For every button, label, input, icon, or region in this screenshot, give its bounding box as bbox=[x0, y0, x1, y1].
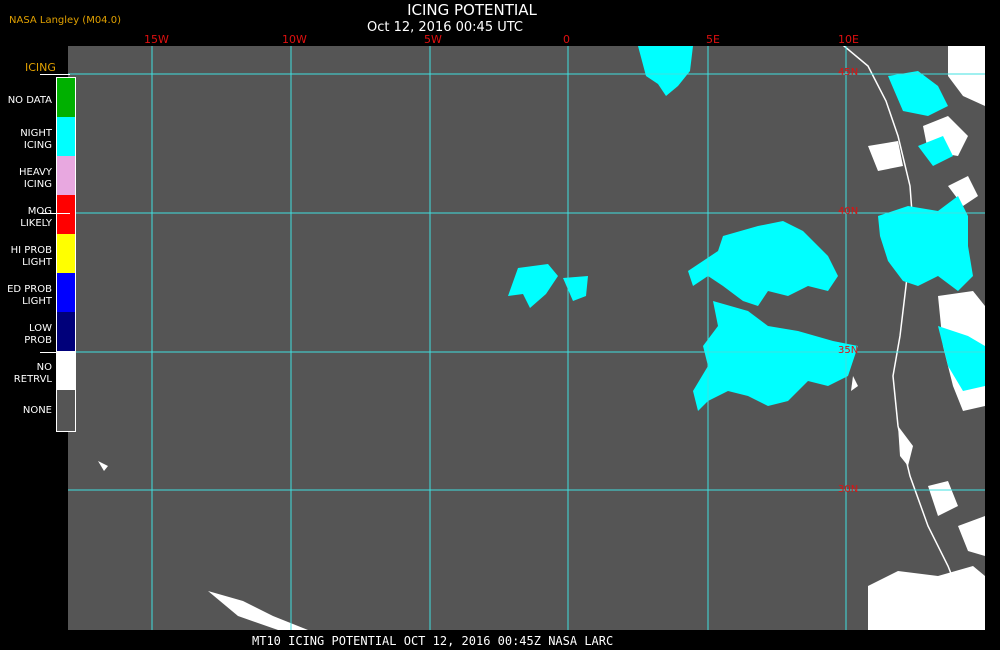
legend-label-no-data: NO DATA bbox=[7, 95, 52, 106]
graticule bbox=[68, 46, 985, 630]
lat-label-35n: 35N bbox=[838, 345, 859, 356]
lon-label-15w: 15W bbox=[144, 33, 169, 46]
map-timestamp: Oct 12, 2016 00:45 UTC bbox=[367, 20, 523, 35]
legend-label-hi-prob-light: HI PROB LIGHT bbox=[10, 245, 52, 268]
footer-caption: MT10 ICING POTENTIAL OCT 12, 2016 00:45Z… bbox=[252, 634, 614, 648]
legend-title: ICING bbox=[25, 61, 56, 74]
night-icing-areas bbox=[508, 46, 985, 411]
legend-tick bbox=[40, 352, 70, 353]
legend-swatch-low-prob bbox=[57, 312, 75, 351]
legend-label-mog-likely: MOG LIKELY bbox=[20, 206, 52, 229]
legend-label-heavy-icing: HEAVY ICING bbox=[19, 167, 52, 190]
legend-label-none: NONE bbox=[22, 405, 52, 416]
legend-label-no-retrvl: NO RETRVL bbox=[13, 362, 52, 385]
legend-tick bbox=[40, 74, 70, 75]
legend-color-bar bbox=[56, 77, 76, 432]
lon-label-5w: 5W bbox=[424, 33, 442, 46]
icing-potential-map-view: NASA Langley (M04.0) ICING POTENTIAL Oct… bbox=[0, 0, 1000, 650]
legend-swatch-no-data bbox=[57, 78, 75, 117]
map-canvas bbox=[68, 46, 985, 630]
legend-label-night-icing: NIGHT ICING bbox=[20, 128, 52, 151]
lat-label-30n: 30N bbox=[838, 484, 859, 495]
lon-label-10w: 10W bbox=[282, 33, 307, 46]
legend-swatch-no-retrvl bbox=[57, 351, 75, 390]
legend-swatch-med-prob-light bbox=[57, 273, 75, 312]
legend-label-low-prob: LOW PROB bbox=[24, 323, 52, 346]
legend-swatch-mog-likely bbox=[57, 195, 75, 234]
legend-swatch-none bbox=[57, 390, 75, 431]
lon-label-5e: 5E bbox=[706, 33, 720, 46]
lat-label-45n: 45N bbox=[838, 67, 859, 78]
lon-label-0: 0 bbox=[563, 33, 570, 46]
legend-tick bbox=[40, 213, 70, 214]
map-title: ICING POTENTIAL bbox=[407, 1, 537, 19]
no-retrieval-areas bbox=[98, 46, 985, 630]
legend-swatch-night-icing bbox=[57, 117, 75, 156]
legend-swatch-heavy-icing bbox=[57, 156, 75, 195]
map-layer-svg bbox=[68, 46, 985, 630]
credit-label: NASA Langley (M04.0) bbox=[9, 15, 121, 26]
lon-label-10e: 10E bbox=[838, 33, 859, 46]
lat-label-40n: 40N bbox=[838, 206, 859, 217]
legend-label-med-prob-light: ED PROB LIGHT bbox=[7, 284, 52, 307]
legend-swatch-hi-prob-light bbox=[57, 234, 75, 273]
